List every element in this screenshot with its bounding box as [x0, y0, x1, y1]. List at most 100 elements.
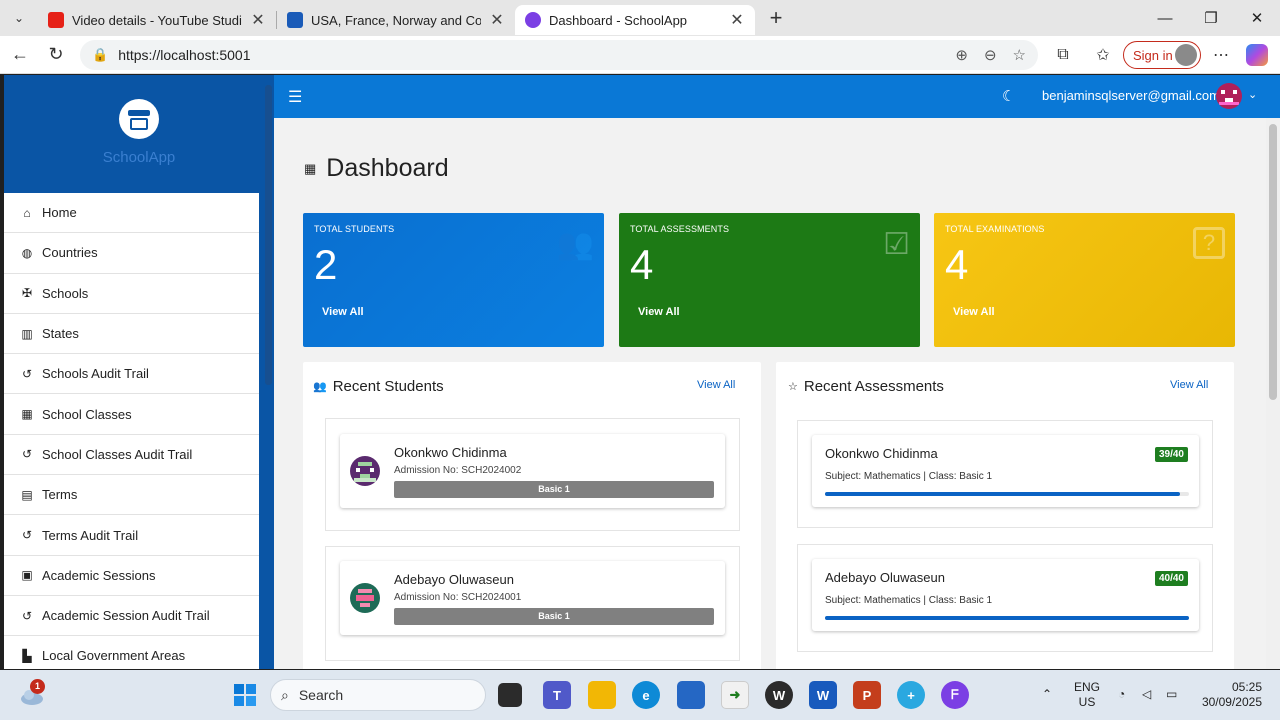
add-app-icon[interactable]: +: [897, 681, 925, 709]
sign-in-button[interactable]: Sign in: [1123, 41, 1201, 69]
search-placeholder: Search: [298, 687, 344, 703]
site-info-icon[interactable]: 🔒: [92, 47, 108, 63]
start-icon[interactable]: [231, 681, 259, 709]
student-card[interactable]: Adebayo Oluwaseun Admission No: SCH20240…: [340, 561, 725, 635]
tab-youtube-studio[interactable]: Video details - YouTube Studio ✕: [38, 5, 276, 35]
word-icon[interactable]: W: [809, 681, 837, 709]
sidebar-item-academic-sessions[interactable]: ▣ Academic Sessions: [4, 556, 259, 596]
sidebar-item-school-classes-audit-trail[interactable]: ↺ School Classes Audit Trail: [4, 435, 259, 476]
brand-name: SchoolApp: [102, 149, 176, 166]
reader-icon[interactable]: ⊖: [984, 46, 997, 64]
zoom-icon[interactable]: ⊕: [955, 46, 968, 64]
address-bar[interactable]: 🔒 https://localhost:5001 ⊕ ⊖ ☆: [80, 40, 1038, 70]
refresh-icon[interactable]: ↻: [38, 37, 74, 73]
windows-taskbar: 1 ⌕ Search T e ➜ W W P + ᖴ ⌃ ENG US ◔ ◁ …: [0, 670, 1280, 720]
sidebar-item-terms-audit-trail[interactable]: ↺ Terms Audit Trail: [4, 515, 259, 556]
close-tab-icon[interactable]: ✕: [729, 10, 745, 30]
new-tab-button[interactable]: +: [761, 5, 791, 31]
date: 30/09/2025: [1201, 695, 1262, 709]
schoolapp-logo[interactable]: [119, 99, 159, 139]
clock[interactable]: 05:25 30/09/2025: [1198, 680, 1262, 710]
view-all-students-link[interactable]: View All: [322, 306, 364, 318]
menu-toggle-icon[interactable]: ☰: [288, 87, 302, 107]
more-icon[interactable]: ⋯: [1210, 44, 1232, 66]
edge-icon[interactable]: e: [632, 681, 660, 709]
stat-value: 4: [945, 241, 969, 288]
store-icon[interactable]: [677, 681, 705, 709]
user-menu-chevron-down-icon[interactable]: ⌄: [1248, 88, 1257, 101]
content-scrollbar-thumb[interactable]: [1269, 124, 1277, 400]
wordpress-icon[interactable]: W: [765, 681, 793, 709]
view-all-examinations-link[interactable]: View All: [953, 306, 995, 318]
sidebar-item-states[interactable]: ▥ States: [4, 314, 259, 355]
tab-actions-icon[interactable]: ⌄: [0, 0, 38, 36]
total-assessments-card: TOTAL ASSESSMENTS 4 View All ☑: [619, 213, 920, 347]
view-all-assessments-link[interactable]: View All: [1170, 379, 1208, 391]
sidebar-item-terms[interactable]: ▤ Terms: [4, 475, 259, 516]
close-window-icon[interactable]: ✕: [1234, 0, 1280, 36]
building-icon: ▦: [21, 407, 33, 422]
content-scrollbar[interactable]: [1266, 118, 1280, 669]
file-explorer-icon[interactable]: [588, 681, 616, 709]
teams-icon[interactable]: T: [543, 681, 571, 709]
tab-dashboard-schoolapp[interactable]: Dashboard - SchoolApp ✕: [515, 5, 755, 35]
tab-usa-france[interactable]: USA, France, Norway and Colomb ✕: [277, 5, 515, 35]
chevron-up-icon[interactable]: ⌃: [1042, 687, 1052, 702]
user-email[interactable]: benjaminsqlserver@gmail.com: [1042, 88, 1220, 103]
sidebar-item-home[interactable]: ⌂ Home: [4, 193, 259, 234]
favorite-icon[interactable]: ☆: [1013, 46, 1026, 64]
minimize-icon[interactable]: —: [1142, 0, 1188, 36]
calendar-icon: ▤: [21, 487, 33, 502]
sidebar-item-countries[interactable]: ◍ Countries: [4, 233, 259, 274]
close-tab-icon[interactable]: ✕: [250, 10, 266, 30]
sidebar-item-label: Academic Session Audit Trail: [42, 608, 210, 624]
schoolapp-taskbar-icon[interactable]: ᖴ: [941, 681, 969, 709]
volume-icon[interactable]: ◁: [1142, 687, 1151, 702]
sidebar-item-schools-audit-trail[interactable]: ↺ Schools Audit Trail: [4, 354, 259, 395]
score-progress-bar: [825, 616, 1189, 620]
sidebar-scrollbar-thumb[interactable]: [265, 85, 272, 385]
user-avatar[interactable]: [1216, 83, 1242, 109]
assessment-card[interactable]: Okonkwo Chidinma Subject: Mathematics | …: [812, 435, 1199, 507]
sidebar: SchoolApp ⌂ Home ◍ Countries ✠ Schools ▥ Sta…: [4, 75, 274, 669]
student-card[interactable]: Okonkwo Chidinma Admission No: SCH202400…: [340, 434, 725, 508]
copilot-icon[interactable]: [1246, 44, 1268, 66]
close-tab-icon[interactable]: ✕: [489, 10, 505, 30]
score-progress-bar: [825, 492, 1189, 496]
page-title: ▦ Dashboard: [304, 154, 449, 183]
weather-icon[interactable]: 1: [18, 679, 46, 709]
student-name: Okonkwo Chidinma: [825, 446, 938, 461]
taskbar-search-input[interactable]: ⌕ Search: [270, 679, 486, 711]
score-progress-fill: [825, 616, 1189, 620]
wifi-icon[interactable]: ◔: [1118, 687, 1125, 702]
admission-number: Admission No: SCH2024002: [394, 465, 522, 476]
city-icon: ▙: [22, 648, 32, 663]
back-icon[interactable]: ←: [2, 37, 38, 73]
sidebar-scrollbar[interactable]: [263, 75, 274, 669]
language-code: ENG: [1074, 680, 1101, 694]
assessment-card[interactable]: Adebayo Oluwaseun Subject: Mathematics |…: [812, 559, 1199, 631]
users-icon: 👥: [313, 381, 327, 393]
view-all-students-link[interactable]: View All: [697, 379, 735, 391]
assessment-details: Subject: Mathematics | Class: Basic 1: [825, 595, 993, 606]
app-header: ☰ ☾ benjaminsqlserver@gmail.com ⌄: [274, 75, 1280, 118]
favorites-list-icon[interactable]: ✩: [1092, 44, 1114, 66]
total-students-card: TOTAL STUDENTS 2 View All 👥: [303, 213, 604, 347]
extensions-icon[interactable]: ⧉: [1052, 44, 1074, 66]
powerpoint-icon[interactable]: P: [853, 681, 881, 709]
recent-assessments-panel: ☆ Recent Assessments View All Okonkwo Ch…: [776, 362, 1234, 669]
terminal-app-icon[interactable]: ➜: [721, 681, 749, 709]
dark-mode-toggle-icon[interactable]: ☾: [1002, 87, 1015, 105]
url-text: https://localhost:5001: [118, 47, 251, 63]
task-view-icon[interactable]: [498, 683, 522, 707]
sidebar-item-schools[interactable]: ✠ Schools: [4, 274, 259, 314]
language-indicator[interactable]: ENG US: [1074, 680, 1100, 710]
sidebar-item-school-classes[interactable]: ▦ School Classes: [4, 394, 259, 435]
restore-icon[interactable]: ❐: [1188, 0, 1234, 36]
admission-number: Admission No: SCH2024001: [394, 592, 522, 603]
view-all-assessments-link[interactable]: View All: [638, 306, 680, 318]
battery-icon[interactable]: ▭: [1166, 687, 1177, 702]
sidebar-item-academic-session-audit-trail[interactable]: ↺ Academic Session Audit Trail: [4, 596, 259, 637]
sidebar-item-local-government-areas[interactable]: ▙ Local Government Areas: [4, 636, 259, 669]
history-icon: ↺: [21, 366, 33, 381]
